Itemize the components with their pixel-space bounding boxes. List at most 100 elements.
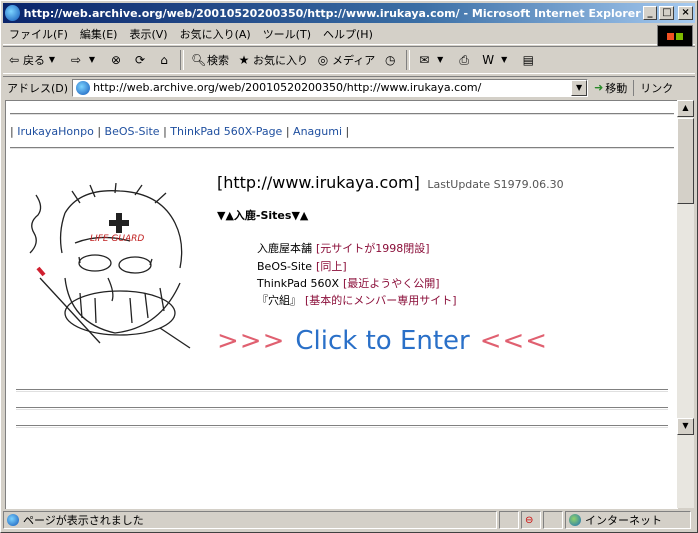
menu-tools[interactable]: ツール(T): [257, 26, 317, 42]
menu-file[interactable]: ファイル(F): [3, 26, 74, 42]
edit-button[interactable]: W ▼: [477, 53, 517, 67]
chevron-down-icon: ▼: [88, 55, 96, 64]
title-bar: http://web.archive.org/web/2001052020035…: [3, 3, 695, 23]
nav-link-anagumi[interactable]: Anagumi: [293, 125, 342, 138]
page-icon: [76, 80, 91, 95]
back-label: 戻る: [23, 54, 45, 67]
go-button[interactable]: ➜ 移動: [588, 80, 633, 96]
status-zone-panel: インターネット: [565, 511, 691, 529]
minimize-button[interactable]: _: [642, 6, 658, 20]
scroll-up-icon[interactable]: ▲: [677, 100, 694, 117]
window-title: http://web.archive.org/web/2001052020035…: [23, 6, 641, 20]
enter-arrows-right: <<<: [479, 326, 549, 356]
menu-view[interactable]: 表示(V): [123, 26, 173, 42]
word-icon: W: [482, 53, 495, 67]
divider: [16, 425, 668, 428]
site-list-item[interactable]: 『穴組』 [基本的にメンバー専用サイト]: [257, 292, 457, 308]
chevron-down-icon: ▼: [501, 55, 508, 64]
site-list-item[interactable]: ThinkPad 560X [最近ようやく公開]: [257, 275, 440, 291]
nav-sep: |: [345, 125, 350, 138]
home-icon: ⌂: [160, 53, 168, 67]
media-icon: ◎: [317, 53, 329, 67]
favorites-label: お気に入り: [253, 54, 308, 67]
nav-sep: |: [163, 125, 167, 138]
status-privacy-panel: ⊖: [521, 511, 541, 529]
site-title: [http://www.irukaya.com]: [217, 173, 420, 192]
status-blank-panel-2: [543, 511, 563, 529]
mail-icon: ✉: [419, 53, 430, 67]
maximize-button[interactable]: □: [659, 6, 675, 20]
site-name: 入鹿屋本舗: [257, 242, 312, 255]
back-button[interactable]: ⇦ 戻る ▼: [3, 52, 65, 68]
internet-zone-icon: [569, 514, 581, 526]
history-button[interactable]: ◷: [379, 53, 403, 67]
site-note: [基本的にメンバー専用サイト]: [305, 294, 457, 307]
site-name: BeOS-Site: [257, 260, 313, 273]
divider: [16, 389, 668, 392]
menu-edit[interactable]: 編集(E): [74, 26, 124, 42]
chevron-down-icon: ▼: [437, 55, 444, 64]
nav-link-thinkpad[interactable]: ThinkPad 560X-Page: [170, 125, 282, 138]
enter-text: Click to Enter: [295, 326, 470, 356]
last-update: LastUpdate S1979.06.30: [427, 178, 564, 191]
favorites-button[interactable]: ★ お気に入り: [233, 52, 312, 68]
site-note: [最近ようやく公開]: [342, 277, 440, 290]
address-label: アドレス(D): [7, 81, 69, 95]
illustration-label: LIFE GUARD: [90, 234, 144, 244]
chevron-down-icon: ▼: [48, 55, 56, 64]
status-text: ページが表示されました: [23, 514, 144, 527]
nav-sep: |: [97, 125, 102, 138]
site-note: [同上]: [316, 260, 347, 273]
address-dropdown-icon[interactable]: ▼: [571, 79, 588, 96]
status-text-panel: ページが表示されました: [3, 511, 497, 529]
site-list-item[interactable]: BeOS-Site [同上]: [257, 258, 347, 274]
zone-text: インターネット: [585, 514, 662, 527]
nav-link-irukayahonpo[interactable]: IrukayaHonpo: [17, 125, 94, 138]
status-page-icon: [7, 514, 19, 526]
print-button[interactable]: ⎙: [453, 53, 477, 67]
stop-button[interactable]: ⊗: [105, 53, 129, 67]
nav-sep: |: [10, 125, 14, 138]
back-arrow-icon: ⇦: [8, 53, 20, 67]
search-icon: 🔍︎: [191, 53, 207, 67]
forward-arrow-icon: ⇨: [70, 53, 82, 67]
nav-link-beos-site[interactable]: BeOS-Site: [105, 125, 160, 138]
search-button[interactable]: 🔍︎ 検索: [187, 52, 233, 68]
toolbar-separator: [180, 50, 184, 70]
go-arrow-icon: ➜: [594, 81, 604, 94]
nav-sep: |: [285, 125, 290, 138]
site-heading: [http://www.irukaya.com] LastUpdate S197…: [217, 173, 564, 192]
mail-button[interactable]: ✉ ▼: [413, 53, 453, 67]
status-blank-panel: [499, 511, 519, 529]
page-content: | IrukayaHonpo | BeOS-Site | ThinkPad 56…: [5, 100, 678, 509]
close-button[interactable]: ×: [678, 6, 693, 20]
vertical-scrollbar[interactable]: ▲ ▼: [677, 100, 694, 508]
sites-heading: ▼▲入鹿-Sites▼▲: [217, 209, 309, 222]
site-name: ThinkPad 560X: [257, 277, 339, 290]
divider: [16, 407, 668, 410]
address-url: http://web.archive.org/web/2001052020035…: [93, 81, 482, 94]
windows-logo-icon: [657, 25, 693, 47]
address-input[interactable]: http://web.archive.org/web/2001052020035…: [72, 78, 589, 97]
click-to-enter-link[interactable]: >>> Click to Enter <<<: [217, 326, 548, 356]
scroll-down-icon[interactable]: ▼: [677, 418, 694, 435]
enter-arrows-left: >>>: [217, 326, 286, 356]
forward-button[interactable]: ⇨ ▼: [65, 53, 105, 67]
links-button[interactable]: リンク: [633, 79, 673, 96]
site-list-item[interactable]: 入鹿屋本舗 [元サイトが1998閉設]: [257, 240, 430, 256]
divider: [10, 147, 674, 149]
site-name: 『穴組』: [257, 294, 301, 307]
scroll-thumb[interactable]: [677, 118, 694, 204]
menu-help[interactable]: ヘルプ(H): [317, 26, 379, 42]
refresh-button[interactable]: ⟳: [129, 53, 153, 67]
go-label: 移動: [605, 81, 628, 95]
stop-icon: ⊗: [110, 53, 122, 67]
media-button[interactable]: ◎ メディア: [312, 52, 379, 68]
home-button[interactable]: ⌂: [153, 53, 177, 67]
refresh-icon: ⟳: [134, 53, 146, 67]
search-label: 検索: [207, 54, 229, 67]
privacy-icon: ⊖: [525, 514, 534, 526]
discuss-button[interactable]: ▤: [517, 53, 541, 67]
menu-bar: ファイル(F) 編集(E) 表示(V) お気に入り(A) ツール(T) ヘルプ(…: [3, 24, 695, 45]
menu-favorites[interactable]: お気に入り(A): [174, 26, 257, 42]
